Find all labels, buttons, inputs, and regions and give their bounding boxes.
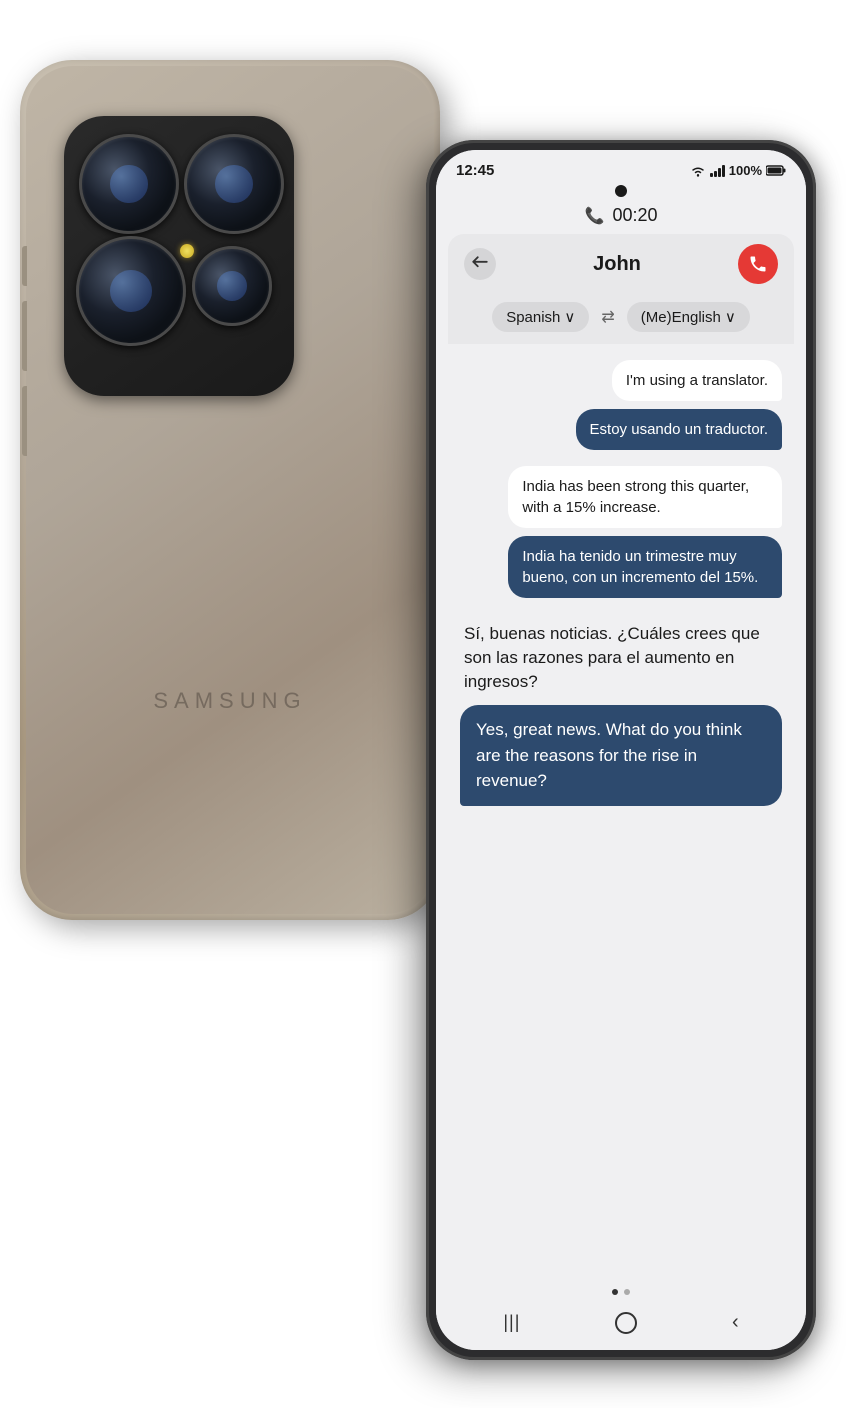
volume-up-button	[22, 246, 27, 286]
back-button[interactable]	[464, 248, 496, 280]
page-dot-1	[612, 1289, 618, 1295]
source-chevron-icon: ∨	[564, 308, 575, 326]
message-bubble: Yes, great news. What do you think are t…	[460, 705, 782, 806]
translator-header: John	[448, 234, 794, 294]
flash-light	[180, 244, 194, 258]
message-text: India has been strong this quarter, with…	[522, 478, 749, 516]
message-text: Yes, great news. What do you think are t…	[476, 720, 742, 790]
phone-back: SAMSUNG	[20, 60, 440, 920]
wifi-icon	[690, 165, 706, 177]
source-language-label: Spanish	[506, 309, 560, 326]
contact-name: John	[496, 253, 738, 276]
message-text: Estoy usando un traductor.	[590, 421, 768, 438]
message-bubble: India ha tenido un trimestre muy bueno, …	[508, 536, 782, 598]
language-selector: Spanish ∨ ⇄ (Me)English ∨	[448, 294, 794, 344]
signal-bars	[710, 165, 725, 177]
end-call-button[interactable]	[738, 244, 778, 284]
status-icons: 100%	[690, 163, 786, 178]
front-volume-up	[426, 360, 427, 410]
recent-apps-icon[interactable]: |||	[503, 1312, 520, 1333]
camera-lens-4	[192, 246, 272, 326]
front-power-button	[815, 420, 816, 500]
page-indicators	[436, 1281, 806, 1303]
battery-percentage: 100%	[729, 163, 762, 178]
message-text: Sí, buenas noticias. ¿Cuáles crees que s…	[464, 624, 760, 691]
message-bubble: Sí, buenas noticias. ¿Cuáles crees que s…	[460, 618, 782, 697]
message-text: I'm using a translator.	[626, 372, 768, 389]
phone-front: 12:45 100%	[426, 140, 816, 1360]
swap-languages-icon[interactable]: ⇄	[601, 307, 614, 327]
message-text: India ha tenido un trimestre muy bueno, …	[522, 548, 758, 586]
notch-area	[436, 183, 806, 201]
camera-lens-2	[184, 134, 284, 234]
front-volume-down	[426, 425, 427, 505]
chat-area: I'm using a translator. Estoy usando un …	[448, 344, 794, 1281]
camera-island	[64, 116, 294, 396]
status-bar: 12:45 100%	[436, 150, 806, 183]
battery-icon	[766, 165, 786, 176]
target-language-label: (Me)English	[641, 309, 721, 326]
camera-lens-3	[76, 236, 186, 346]
message-bubble: Estoy usando un traductor.	[576, 409, 782, 450]
call-icon: 📞	[585, 206, 605, 226]
page-dot-2	[624, 1289, 630, 1295]
front-camera	[615, 185, 627, 197]
back-nav-icon[interactable]: ‹	[732, 1311, 739, 1334]
screen: 12:45 100%	[436, 150, 806, 1350]
message-bubble: I'm using a translator.	[612, 360, 782, 401]
navigation-bar: ||| ‹	[436, 1303, 806, 1350]
bixby-button	[22, 386, 27, 456]
call-timer: 00:20	[612, 205, 657, 226]
home-button[interactable]	[615, 1312, 637, 1334]
target-chevron-icon: ∨	[725, 308, 736, 326]
source-language-pill[interactable]: Spanish ∨	[492, 302, 589, 332]
camera-lens-1	[79, 134, 179, 234]
call-bar: 📞 00:20	[436, 201, 806, 234]
volume-down-button	[22, 301, 27, 371]
message-bubble: India has been strong this quarter, with…	[508, 466, 782, 528]
target-language-pill[interactable]: (Me)English ∨	[627, 302, 750, 332]
samsung-logo: SAMSUNG	[153, 688, 306, 714]
status-time: 12:45	[456, 162, 494, 179]
